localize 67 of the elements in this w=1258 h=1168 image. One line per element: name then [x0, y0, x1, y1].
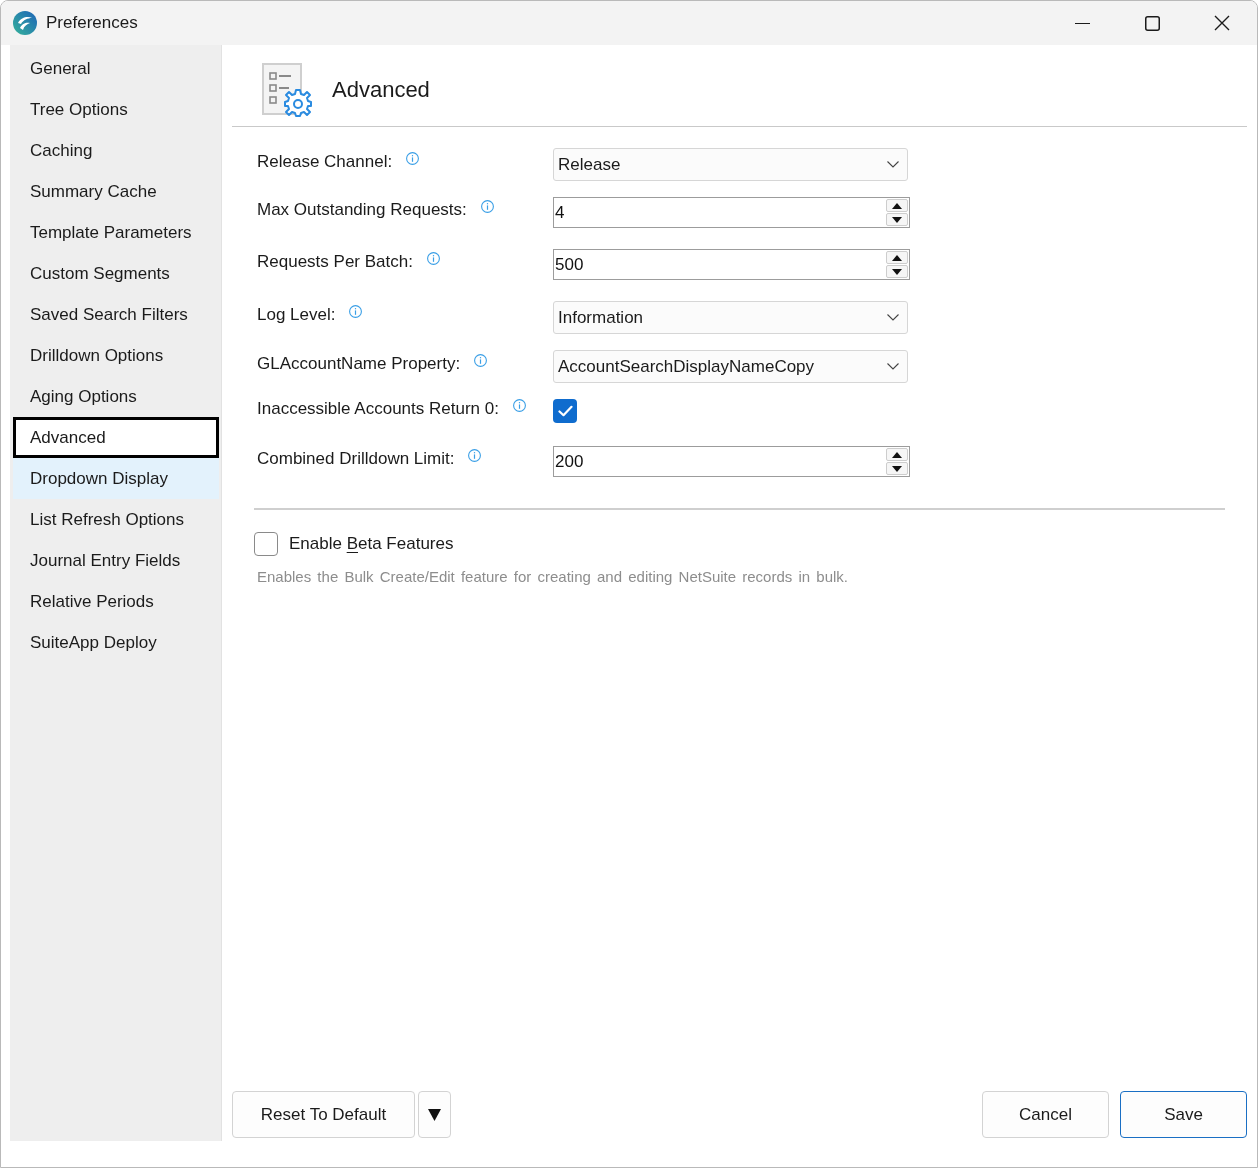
- sidebar-item[interactable]: Tree Options: [13, 89, 219, 130]
- window-title: Preferences: [46, 12, 138, 35]
- feature-description: Enables the Bulk Create/Edit feature for creating and editing NetSuite records in bulk.: [257, 566, 849, 587]
- sidebar-item[interactable]: Dropdown Display: [13, 458, 219, 499]
- dialog-button[interactable]: Save: [1120, 1091, 1247, 1138]
- setting-label: Log Level:: [257, 304, 336, 327]
- minimize-icon: [1074, 22, 1090, 24]
- number-field[interactable]: 200: [553, 446, 910, 477]
- checkbox[interactable]: [254, 531, 278, 556]
- number-field[interactable]: 4: [553, 197, 910, 228]
- checkbox-label: Enable Beta Features: [289, 533, 454, 555]
- sidebar-item[interactable]: General: [13, 48, 219, 89]
- spin-down-button[interactable]: [886, 265, 908, 278]
- sidebar-item[interactable]: Caching: [13, 130, 219, 171]
- info-icon[interactable]: [474, 354, 488, 367]
- setting-label: Inaccessible Accounts Return 0:: [257, 397, 499, 420]
- chevron-down-icon: [887, 314, 899, 321]
- up-triangle-icon: [892, 202, 902, 209]
- reset-button[interactable]: Reset To Default: [232, 1091, 415, 1138]
- spin-up-button[interactable]: [886, 199, 908, 212]
- sidebar-item[interactable]: Custom Segments: [13, 253, 219, 294]
- split-dropdown-button[interactable]: [418, 1091, 451, 1138]
- info-icon[interactable]: [406, 152, 420, 165]
- sidebar-item[interactable]: Aging Options: [13, 376, 219, 417]
- sidebar-item[interactable]: Template Parameters: [13, 212, 219, 253]
- info-icon[interactable]: [349, 305, 363, 318]
- sidebar-item[interactable]: List Refresh Options: [13, 499, 219, 540]
- info-icon[interactable]: [468, 449, 482, 462]
- caret-icon: [428, 1108, 441, 1121]
- down-triangle-icon: [892, 216, 902, 223]
- checkmark-icon: [557, 405, 573, 417]
- down-triangle-icon: [892, 465, 902, 472]
- spin-down-button[interactable]: [886, 213, 908, 226]
- down-triangle-icon: [892, 268, 902, 275]
- setting-label: Combined Drilldown Limit:: [257, 448, 455, 471]
- setting-label: Requests Per Batch:: [257, 251, 413, 274]
- number-field[interactable]: 500: [553, 249, 910, 280]
- page-title: Advanced: [332, 76, 430, 104]
- sidebar-item[interactable]: Saved Search Filters: [13, 294, 219, 335]
- sidebar-item[interactable]: Summary Cache: [13, 171, 219, 212]
- up-triangle-icon: [892, 254, 902, 261]
- sidebar-item[interactable]: Drilldown Options: [13, 335, 219, 376]
- setting-label: Max Outstanding Requests:: [257, 199, 467, 222]
- sidebar-item[interactable]: Journal Entry Fields: [13, 540, 219, 581]
- up-triangle-icon: [892, 451, 902, 458]
- setting-label: Release Channel:: [257, 151, 393, 174]
- maximize-icon: [1144, 15, 1160, 31]
- sidebar-item[interactable]: Advanced: [13, 417, 219, 458]
- chevron-down-icon: [887, 363, 899, 370]
- dropdown[interactable]: Information: [553, 301, 908, 334]
- close-icon: [1214, 15, 1230, 31]
- spin-up-button[interactable]: [886, 448, 908, 461]
- info-icon[interactable]: [480, 200, 494, 213]
- spin-down-button[interactable]: [886, 462, 908, 475]
- list-gear-icon: [262, 62, 312, 117]
- sidebar-item[interactable]: Relative Periods: [13, 581, 219, 622]
- chevron-down-icon: [887, 161, 899, 168]
- dialog-button[interactable]: Cancel: [982, 1091, 1109, 1138]
- setting-label: GLAccountName Property:: [257, 353, 461, 376]
- info-icon[interactable]: [512, 398, 526, 412]
- dropdown[interactable]: Release: [553, 148, 908, 181]
- spin-up-button[interactable]: [886, 251, 908, 264]
- info-icon[interactable]: [426, 252, 440, 265]
- sidebar-item[interactable]: SuiteApp Deploy: [13, 622, 219, 663]
- app-logo-icon: [13, 11, 37, 35]
- checkbox[interactable]: [553, 399, 577, 423]
- dropdown[interactable]: AccountSearchDisplayNameCopy: [553, 350, 908, 383]
